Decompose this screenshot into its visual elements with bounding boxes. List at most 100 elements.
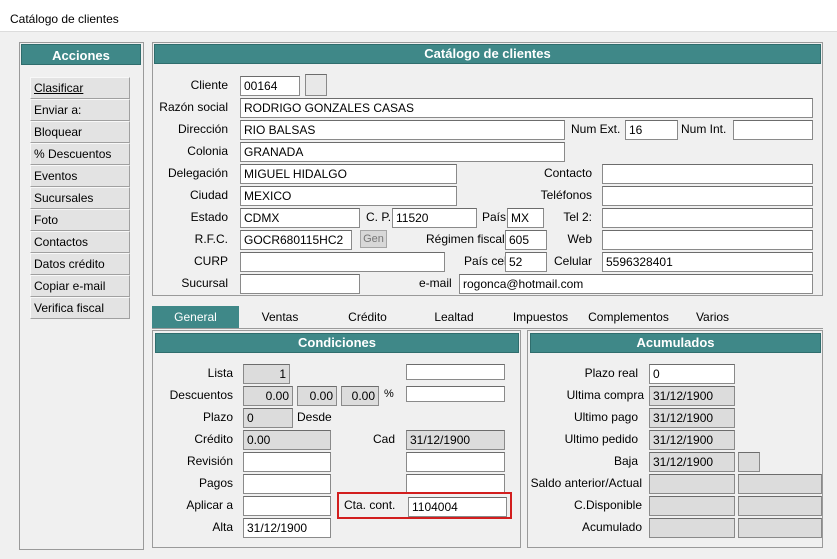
aplicar-a-field[interactable] xyxy=(243,496,331,516)
acumulado-field[interactable] xyxy=(649,518,735,538)
c-disponible-extra-field[interactable] xyxy=(738,496,822,516)
telefonos-field[interactable] xyxy=(602,186,813,206)
tab-lealtad[interactable]: Lealtad xyxy=(425,306,483,328)
cad-field[interactable]: 31/12/1900 xyxy=(406,430,505,450)
baja-label: Baja xyxy=(613,454,638,468)
sidebar-item-sucursales[interactable]: Sucursales xyxy=(30,187,130,209)
sidebar-item-enviar[interactable]: Enviar a: xyxy=(30,99,130,121)
celular-label: Celular xyxy=(553,254,592,268)
cad-label: Cad xyxy=(373,432,396,446)
estado-label: Estado xyxy=(190,210,228,224)
tab-credito[interactable]: Crédito xyxy=(335,306,400,328)
razon-social-label: Razón social xyxy=(159,100,228,114)
acumulado-extra-field[interactable] xyxy=(738,518,822,538)
descuentos-label: Descuentos xyxy=(169,388,233,402)
sucursal-label: Sucursal xyxy=(181,276,228,290)
alta-field[interactable]: 31/12/1900 xyxy=(243,518,331,538)
pais-cel-label: País cel xyxy=(464,254,507,268)
direccion-label: Dirección xyxy=(177,122,228,136)
cliente-label: Cliente xyxy=(190,78,228,92)
email-field[interactable]: rogonca@hotmail.com xyxy=(459,274,813,294)
descuentos-extra-field[interactable] xyxy=(406,386,505,402)
saldo-anterior-label: Saldo anterior/Actual xyxy=(530,476,642,490)
c-disponible-label: C.Disponible xyxy=(573,498,642,512)
acumulados-title: Acumulados xyxy=(530,333,821,353)
estado-field[interactable]: CDMX xyxy=(240,208,360,228)
direccion-field[interactable]: RIO BALSAS xyxy=(240,120,565,140)
sidebar-item-copiar-email[interactable]: Copiar e-mail xyxy=(30,275,130,297)
num-ext-label: Num Ext. xyxy=(571,122,621,136)
delegacion-field[interactable]: MIGUEL HIDALGO xyxy=(240,164,457,184)
pais-label: País xyxy=(482,210,507,224)
ultima-compra-label: Ultima compra xyxy=(566,388,644,402)
baja-field[interactable]: 31/12/1900 xyxy=(649,452,735,472)
cta-cont-field[interactable]: 1104004 xyxy=(408,497,507,517)
tab-ventas[interactable]: Ventas xyxy=(250,306,310,328)
tab-complementos[interactable]: Complementos xyxy=(585,306,672,328)
descuento-1-field[interactable]: 0.00 xyxy=(243,386,293,406)
lista-field[interactable]: 1 xyxy=(243,364,290,384)
revision-field[interactable] xyxy=(243,452,331,472)
num-int-field[interactable] xyxy=(733,120,813,140)
client-panel-title: Catálogo de clientes xyxy=(154,44,821,64)
num-ext-field[interactable]: 16 xyxy=(625,120,678,140)
alta-label: Alta xyxy=(212,520,233,534)
rfc-label: R.F.C. xyxy=(194,232,228,246)
desde-label: Desde xyxy=(297,410,332,424)
sidebar-item-contactos[interactable]: Contactos xyxy=(30,231,130,253)
descuento-3-field[interactable]: 0.00 xyxy=(341,386,379,406)
cliente-extra-box[interactable] xyxy=(305,74,327,96)
condiciones-title: Condiciones xyxy=(155,333,519,353)
sidebar-item-bloquear[interactable]: Bloquear xyxy=(30,121,130,143)
colonia-field[interactable]: GRANADA xyxy=(240,142,565,162)
celular-field[interactable]: 5596328401 xyxy=(602,252,813,272)
revision-extra-field[interactable] xyxy=(406,452,505,472)
tel2-field[interactable] xyxy=(602,208,813,228)
cp-field[interactable]: 11520 xyxy=(392,208,477,228)
curp-field[interactable] xyxy=(240,252,445,272)
aplicar-a-label: Aplicar a xyxy=(186,498,233,512)
tab-impuestos[interactable]: Impuestos xyxy=(508,306,573,328)
sidebar-item-datos-credito[interactable]: Datos crédito xyxy=(30,253,130,275)
saldo-anterior-field[interactable] xyxy=(649,474,735,494)
ultimo-pago-field[interactable]: 31/12/1900 xyxy=(649,408,735,428)
cliente-field[interactable]: 00164 xyxy=(240,76,300,96)
ultima-compra-field[interactable]: 31/12/1900 xyxy=(649,386,735,406)
sucursal-field[interactable] xyxy=(240,274,360,294)
c-disponible-field[interactable] xyxy=(649,496,735,516)
razon-social-field[interactable]: RODRIGO GONZALES CASAS xyxy=(240,98,813,118)
ciudad-field[interactable]: MEXICO xyxy=(240,186,457,206)
descuento-2-field[interactable]: 0.00 xyxy=(297,386,337,406)
contacto-field[interactable] xyxy=(602,164,813,184)
credito-field[interactable]: 0.00 xyxy=(243,430,331,450)
pais-field[interactable]: MX xyxy=(507,208,544,228)
pais-cel-field[interactable]: 52 xyxy=(505,252,547,272)
sidebar-item-eventos[interactable]: Eventos xyxy=(30,165,130,187)
sidebar-item-descuentos[interactable]: % Descuentos xyxy=(30,143,130,165)
plazo-real-field[interactable]: 0 xyxy=(649,364,735,384)
lista-desc-field[interactable] xyxy=(406,364,505,380)
window-title: Catálogo de clientes xyxy=(10,12,119,26)
pagos-field[interactable] xyxy=(243,474,331,494)
baja-extra-box[interactable] xyxy=(738,452,760,472)
pagos-extra-field[interactable] xyxy=(406,474,505,494)
regimen-label: Régimen fiscal xyxy=(426,232,505,246)
tab-varios[interactable]: Varios xyxy=(690,306,735,328)
web-field[interactable] xyxy=(602,230,813,250)
sidebar-item-foto[interactable]: Foto xyxy=(30,209,130,231)
acumulado-label: Acumulado xyxy=(581,520,642,534)
tab-general[interactable]: General xyxy=(152,306,239,328)
num-int-label: Num Int. xyxy=(681,122,727,136)
saldo-actual-field[interactable] xyxy=(738,474,822,494)
gen-button[interactable]: Gen xyxy=(360,230,387,248)
rfc-field[interactable]: GOCR680115HC2 xyxy=(240,230,352,250)
percent-label: % xyxy=(384,388,394,400)
sidebar-item-clasificar[interactable]: Clasificar xyxy=(30,77,130,99)
sidebar-item-verifica-fiscal[interactable]: Verifica fiscal xyxy=(30,297,130,319)
contacto-label: Contacto xyxy=(543,166,592,180)
plazo-field[interactable]: 0 xyxy=(243,408,293,428)
curp-label: CURP xyxy=(193,254,228,268)
regimen-field[interactable]: 605 xyxy=(505,230,547,250)
ultimo-pedido-field[interactable]: 31/12/1900 xyxy=(649,430,735,450)
tel2-label: Tel 2: xyxy=(563,210,592,224)
